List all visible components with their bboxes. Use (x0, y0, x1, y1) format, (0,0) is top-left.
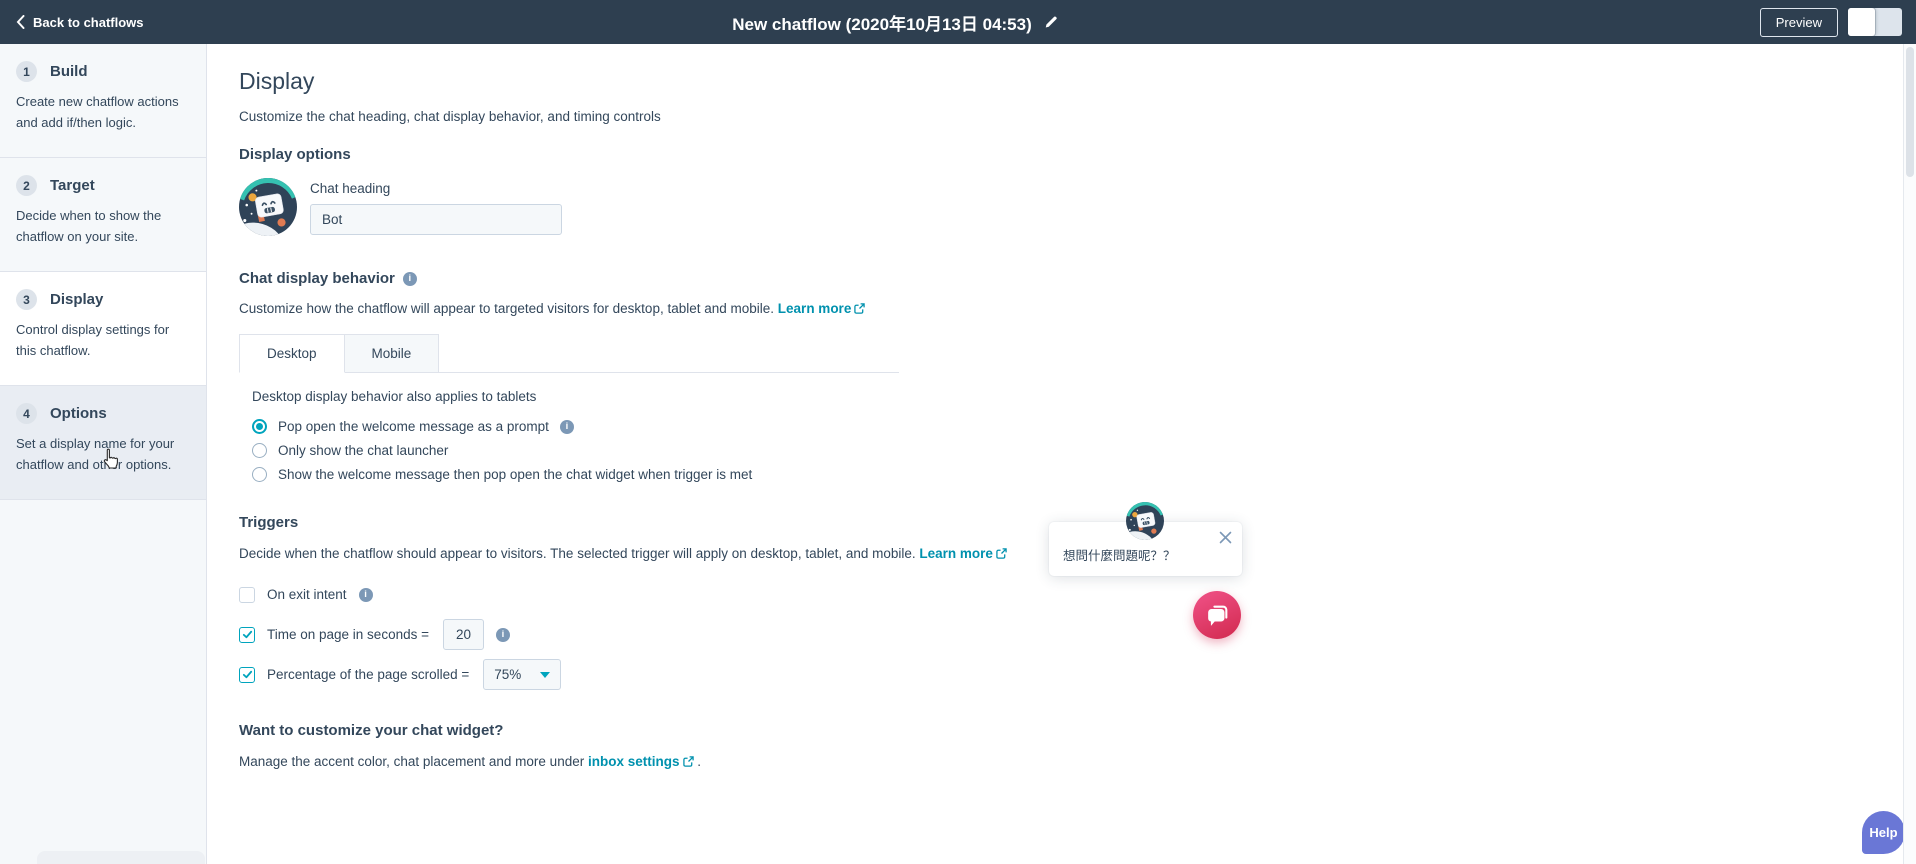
back-to-chatflows-link[interactable]: Back to chatflows (16, 0, 144, 44)
step-title: Target (50, 177, 95, 194)
scroll-percent-select[interactable]: 75% (483, 659, 561, 690)
step-description: Create new chatflow actions and add if/t… (16, 92, 190, 134)
select-value: 75% (494, 667, 521, 682)
radio-pop-open-welcome[interactable]: Pop open the welcome message as a prompt (252, 419, 1903, 434)
external-link-icon (996, 547, 1007, 562)
help-button[interactable]: Help (1862, 811, 1905, 854)
step-title: Options (50, 405, 107, 422)
info-icon[interactable] (359, 588, 373, 602)
tab-mobile[interactable]: Mobile (345, 334, 440, 373)
device-tabs: Desktop Mobile (239, 334, 899, 373)
checkbox-label: Time on page in seconds = (267, 627, 429, 642)
publish-toggle-knob (1848, 8, 1875, 36)
chevron-left-icon (16, 15, 25, 29)
preview-button[interactable]: Preview (1760, 8, 1838, 37)
step-number-badge: 2 (16, 175, 37, 196)
chat-heading-label: Chat heading (310, 181, 562, 196)
step-number-badge: 1 (16, 61, 37, 82)
step-number-badge: 3 (16, 289, 37, 310)
chat-widget-bot-avatar (1126, 502, 1164, 540)
info-icon[interactable] (403, 272, 417, 286)
checkbox-label: Percentage of the page scrolled = (267, 667, 469, 682)
chatflow-title: New chatflow (2020年10月13日 04:53) (732, 0, 1058, 44)
chat-heading-field: Chat heading (310, 178, 562, 236)
radio-button-selected[interactable] (252, 419, 267, 434)
trigger-time-on-page-row: Time on page in seconds = (239, 619, 1903, 650)
step-description: Control display settings for this chatfl… (16, 320, 190, 362)
radio-only-launcher[interactable]: Only show the chat launcher (252, 443, 1903, 458)
page-scrollbar[interactable] (1903, 44, 1916, 864)
page-title: Display (239, 68, 1903, 95)
external-link-icon (854, 302, 865, 317)
publish-toggle[interactable] (1848, 8, 1902, 36)
edit-pencil-icon[interactable] (1044, 15, 1058, 29)
chat-welcome-message: 想問什麼問題呢？？ (1063, 545, 1176, 564)
time-on-page-checkbox[interactable] (239, 627, 255, 643)
step-number-badge: 4 (16, 403, 37, 424)
scrollbar-thumb[interactable] (1906, 47, 1914, 177)
desktop-tab-panel: Desktop display behavior also applies to… (239, 373, 1903, 482)
sidebar-bottom-tab (37, 851, 205, 864)
tab-desktop[interactable]: Desktop (239, 334, 345, 373)
sidebar-step-build[interactable]: 1 Build Create new chatflow actions and … (0, 44, 206, 158)
checkbox-label: On exit intent (267, 587, 347, 602)
radio-label: Pop open the welcome message as a prompt (278, 419, 549, 434)
sidebar-step-options[interactable]: 4 Options Set a display name for your ch… (0, 386, 206, 500)
learn-more-link[interactable]: Learn more (778, 301, 852, 316)
chat-display-behavior-heading-row: Chat display behavior (239, 270, 1903, 287)
display-settings-panel: Display Customize the chat heading, chat… (207, 44, 1903, 864)
sidebar-step-target[interactable]: 2 Target Decide when to show the chatflo… (0, 158, 206, 272)
chat-display-behavior-heading: Chat display behavior (239, 270, 395, 287)
inbox-settings-link[interactable]: inbox settings (588, 754, 680, 769)
info-icon[interactable] (560, 420, 574, 434)
page-subtitle: Customize the chat heading, chat display… (239, 109, 1903, 124)
top-bar: Back to chatflows New chatflow (2020年10月… (0, 0, 1916, 44)
step-title: Build (50, 63, 88, 80)
chat-heading-input[interactable] (310, 204, 562, 235)
exit-intent-checkbox[interactable] (239, 587, 255, 603)
radio-button[interactable] (252, 443, 267, 458)
chat-bubble-icon (1204, 602, 1231, 629)
close-icon[interactable] (1219, 531, 1232, 544)
external-link-icon (683, 755, 694, 770)
trigger-scroll-percent-row: Percentage of the page scrolled = 75% (239, 659, 1903, 690)
step-title: Display (50, 291, 103, 308)
chevron-down-icon (540, 672, 550, 678)
step-description: Decide when to show the chatflow on your… (16, 206, 190, 248)
chat-display-behavior-desc: Customize how the chatflow will appear t… (239, 301, 1903, 317)
back-link-label: Back to chatflows (33, 15, 144, 30)
info-icon[interactable] (496, 628, 510, 642)
bot-avatar-image (239, 178, 297, 236)
radio-label: Show the welcome message then pop open t… (278, 467, 752, 482)
radio-button[interactable] (252, 467, 267, 482)
customize-widget-text: Manage the accent color, chat placement … (239, 754, 1903, 770)
chatflow-title-text: New chatflow (2020年10月13日 04:53) (732, 10, 1032, 35)
customize-widget-heading: Want to customize your chat widget? (239, 722, 1903, 739)
radio-label: Only show the chat launcher (278, 443, 448, 458)
steps-sidebar: 1 Build Create new chatflow actions and … (0, 44, 207, 864)
chat-heading-row: Chat heading (239, 178, 1903, 236)
trigger-exit-intent-row: On exit intent (239, 579, 1903, 610)
display-options-heading: Display options (239, 146, 1903, 163)
learn-more-link[interactable]: Learn more (919, 546, 993, 561)
topbar-actions: Preview (1760, 0, 1902, 44)
chat-launcher-button[interactable] (1193, 591, 1241, 639)
step-description: Set a display name for your chatflow and… (16, 434, 190, 476)
time-on-page-input[interactable] (443, 619, 484, 650)
scroll-percent-checkbox[interactable] (239, 667, 255, 683)
desktop-behavior-note: Desktop display behavior also applies to… (252, 389, 1903, 404)
radio-welcome-then-widget[interactable]: Show the welcome message then pop open t… (252, 467, 1903, 482)
sidebar-step-display[interactable]: 3 Display Control display settings for t… (0, 272, 206, 386)
